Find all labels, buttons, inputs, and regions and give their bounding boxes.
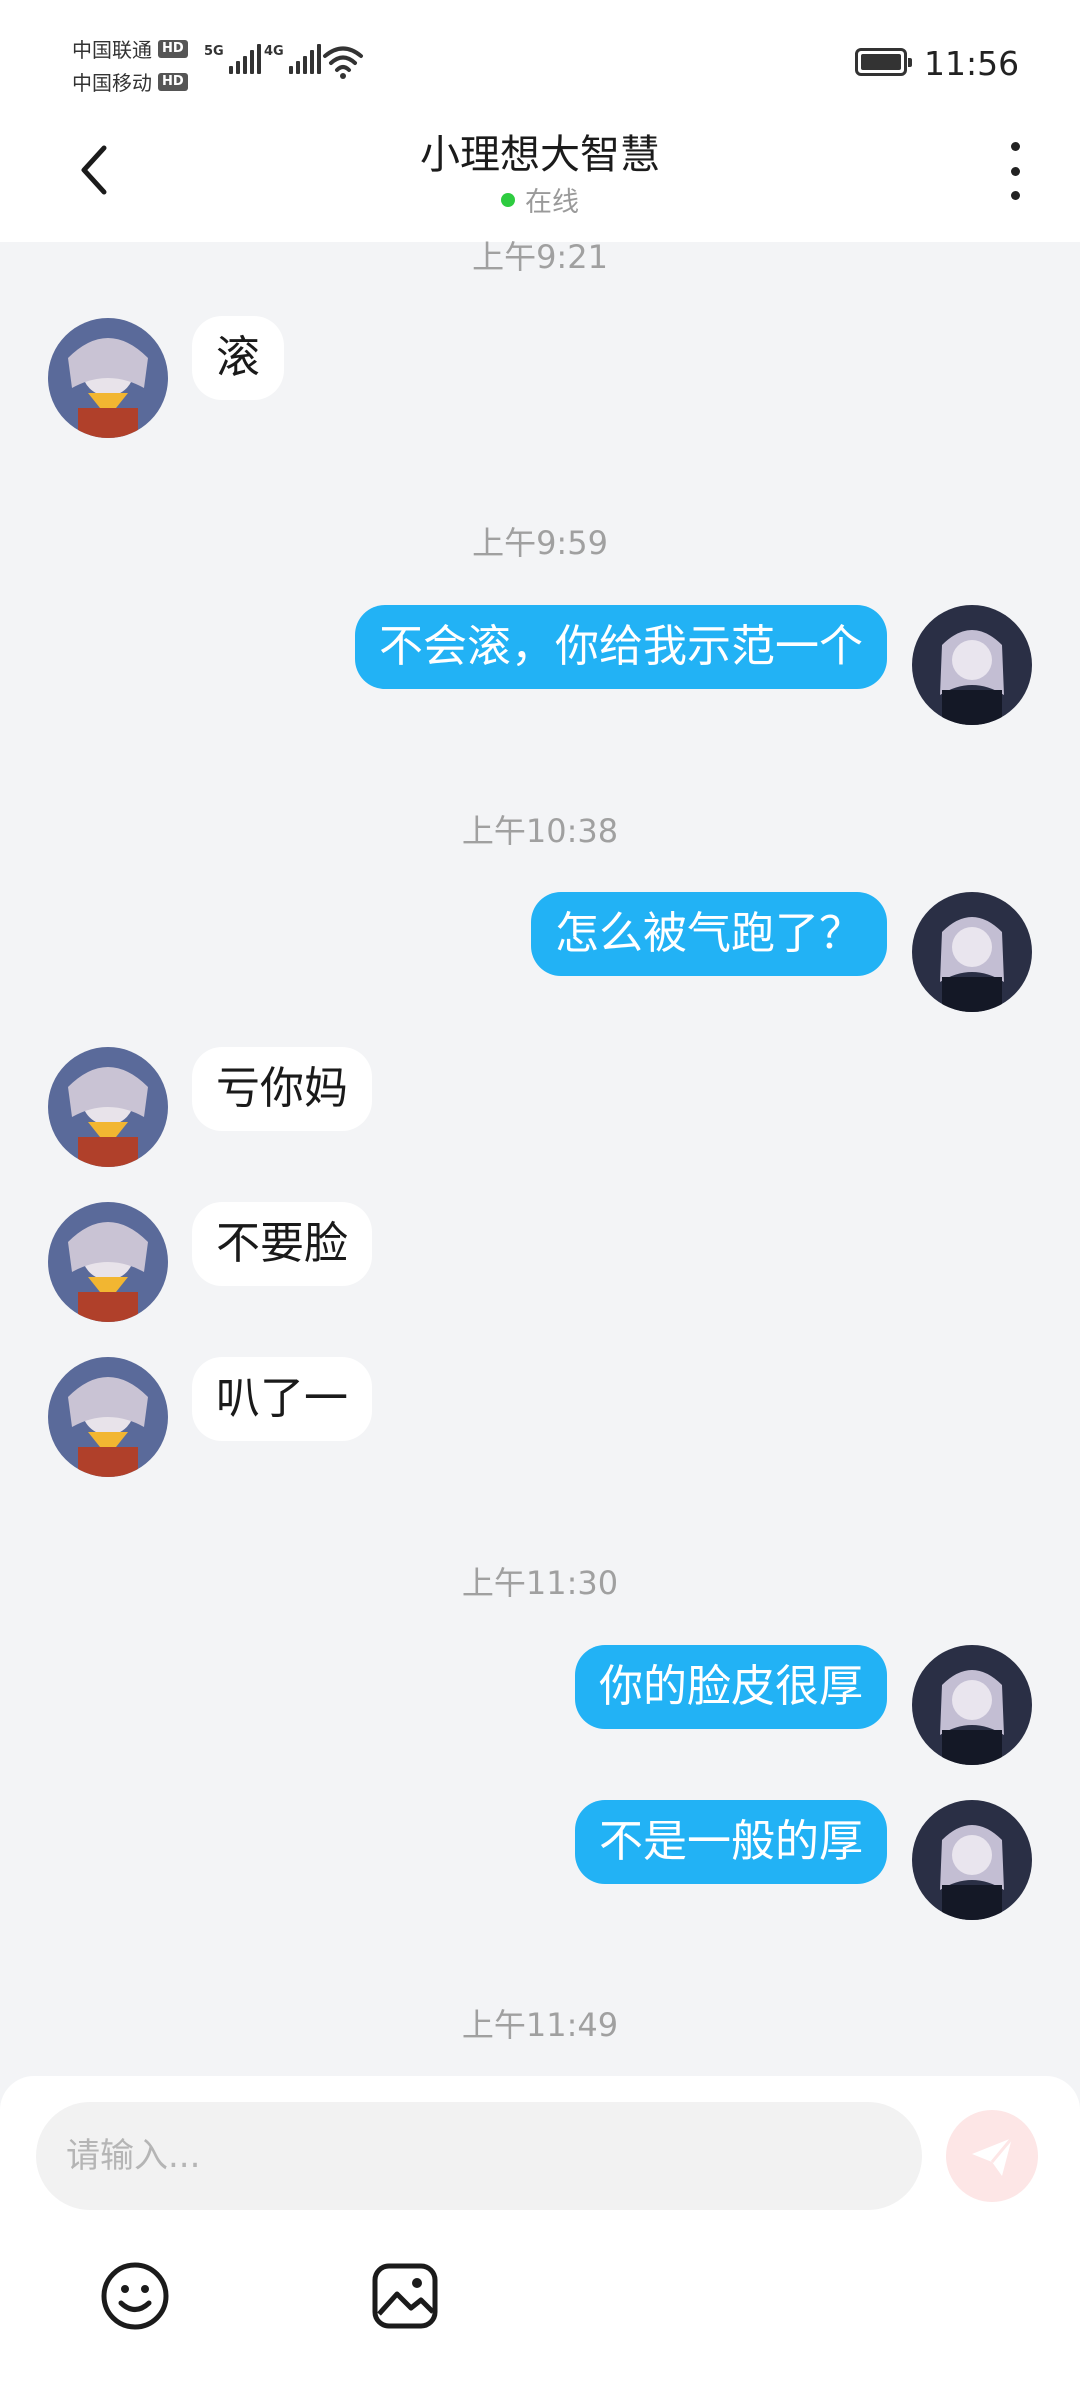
signal-icon: 4G xyxy=(264,44,321,74)
carrier-2-name: 中国移动 xyxy=(72,71,152,95)
hd-badge: HD xyxy=(158,39,188,58)
carrier-1-name: 中国联通 xyxy=(72,38,152,62)
timestamp: 上午10:38 xyxy=(461,812,619,850)
user-avatar[interactable] xyxy=(912,892,1032,1012)
incoming-message: 不要脸 xyxy=(192,1202,372,1286)
online-status-label: 在线 xyxy=(525,187,579,218)
signal-icon: 5G xyxy=(204,44,261,74)
incoming-message: 叭了一 xyxy=(192,1357,372,1441)
carrier-1: 中国联通 HD xyxy=(72,34,188,63)
timestamp: 上午11:30 xyxy=(461,1564,619,1602)
carrier-2: 中国移动 HD xyxy=(72,67,188,96)
image-icon[interactable] xyxy=(369,2260,441,2332)
outgoing-message: 怎么被气跑了？ xyxy=(531,892,887,976)
contact-avatar[interactable] xyxy=(48,1047,168,1167)
outgoing-message: 不会滚，你给我示范一个 xyxy=(355,605,887,689)
timestamp: 上午9:59 xyxy=(472,524,608,562)
online-dot-icon xyxy=(501,192,515,207)
network-type-label: 4G xyxy=(264,44,284,59)
paper-plane-icon xyxy=(972,2137,1014,2176)
battery-icon xyxy=(855,48,912,76)
incoming-message: 滚 xyxy=(192,316,284,400)
user-avatar[interactable] xyxy=(912,1645,1032,1765)
online-status: 在线 xyxy=(0,180,1080,219)
chat-title: 小理想大智慧 xyxy=(420,132,660,178)
more-vertical-icon[interactable] xyxy=(1000,142,1030,200)
user-avatar[interactable] xyxy=(912,1800,1032,1920)
contact-avatar[interactable] xyxy=(48,1202,168,1322)
smiley-icon[interactable] xyxy=(99,2260,171,2332)
outgoing-message: 你的脸皮很厚 xyxy=(575,1645,887,1729)
timestamp: 上午11:49 xyxy=(461,2006,619,2044)
user-avatar[interactable] xyxy=(912,605,1032,725)
incoming-message: 亏你妈 xyxy=(192,1047,372,1131)
clock: 11:56 xyxy=(924,44,1020,83)
outgoing-message: 不是一般的厚 xyxy=(575,1800,887,1884)
message-input[interactable] xyxy=(36,2102,922,2210)
wifi-icon xyxy=(323,46,363,79)
contact-avatar[interactable] xyxy=(48,318,168,438)
hd-badge: HD xyxy=(158,72,188,91)
status-bar: 中国联通 HD 中国移动 HD 5G 4G 11:56 xyxy=(0,0,1080,120)
network-type-label: 5G xyxy=(204,44,224,59)
timestamp: 上午9:21 xyxy=(472,238,608,276)
contact-avatar[interactable] xyxy=(48,1357,168,1477)
send-button[interactable] xyxy=(946,2110,1038,2202)
